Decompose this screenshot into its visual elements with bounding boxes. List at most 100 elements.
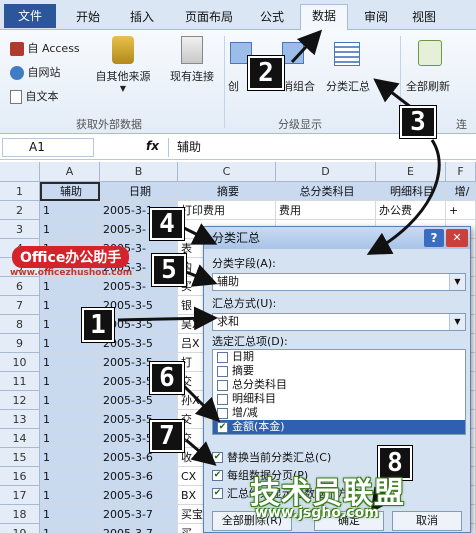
cancel-button[interactable]: 取消	[392, 511, 462, 531]
tab-file[interactable]: 文件	[4, 4, 56, 28]
step-marker-6: 6	[150, 362, 184, 394]
dialog-title-bar: 分类汇总 ? ✕	[204, 227, 470, 249]
column-header[interactable]: F	[446, 162, 476, 182]
tab-review[interactable]: 审阅	[356, 6, 396, 28]
refresh-all-button[interactable]: 全部刷新	[406, 78, 450, 94]
table-cell[interactable]: 增/	[446, 182, 476, 201]
checkbox-icon	[217, 407, 228, 419]
table-cell[interactable]: 2005-3-7	[100, 524, 178, 533]
formula-input[interactable]: 辅助	[168, 138, 472, 157]
table-cell[interactable]: 2005-3-6	[100, 467, 178, 486]
name-box[interactable]: A1	[2, 138, 94, 157]
table-cell[interactable]: 明细科目	[376, 182, 446, 201]
row-header[interactable]: 6	[0, 277, 40, 296]
existing-connections-button[interactable]: 现有连接	[164, 36, 220, 84]
replace-current-option[interactable]: ✔ 替换当前分类汇总(C)	[212, 449, 331, 465]
tab-data[interactable]: 数据	[300, 4, 348, 30]
function-select[interactable]: 求和 ▼	[212, 313, 466, 331]
row-header[interactable]: 7	[0, 296, 40, 315]
column-header[interactable]: E	[376, 162, 446, 182]
office-helper-url: www.officezhushou.com	[10, 268, 133, 278]
table-cell[interactable]: 打印费用	[178, 201, 276, 220]
row-header[interactable]: 3	[0, 220, 40, 239]
row-header[interactable]: 13	[0, 410, 40, 429]
table-cell[interactable]: 1	[40, 448, 100, 467]
summary-item[interactable]: 日期	[213, 350, 465, 364]
table-cell[interactable]: 1	[40, 353, 100, 372]
row-header[interactable]: 17	[0, 486, 40, 505]
fx-icon[interactable]: fx	[146, 139, 159, 153]
summary-item[interactable]: 明细科目	[213, 392, 465, 406]
table-cell[interactable]: 摘要	[178, 182, 276, 201]
row-header[interactable]: 8	[0, 315, 40, 334]
help-button[interactable]: ?	[424, 229, 444, 247]
row-header[interactable]: 1	[0, 182, 40, 201]
table-cell[interactable]: 费用	[276, 201, 376, 220]
row-header[interactable]: 19	[0, 524, 40, 533]
summary-item[interactable]: ✔ 金额(本金)	[213, 420, 465, 434]
row-header[interactable]: 18	[0, 505, 40, 524]
summary-item-label: 金额(本金)	[232, 420, 285, 433]
summary-item-label: 摘要	[232, 364, 254, 377]
table-cell[interactable]: 日期	[100, 182, 178, 201]
create-group-button[interactable]: 创	[228, 78, 239, 94]
table-cell[interactable]: 2005-3-6	[100, 486, 178, 505]
table-cell[interactable]: 1	[40, 372, 100, 391]
ungroup-icon	[282, 42, 304, 64]
table-cell[interactable]: 1	[40, 410, 100, 429]
tab-insert[interactable]: 插入	[118, 6, 166, 28]
group-by-select[interactable]: 辅助 ▼	[212, 273, 466, 291]
table-cell[interactable]: 1	[40, 391, 100, 410]
checkbox-checked-icon: ✔	[217, 421, 228, 433]
table-cell[interactable]: 1	[40, 486, 100, 505]
close-button[interactable]: ✕	[446, 229, 468, 247]
table-cell[interactable]: 1	[40, 201, 100, 220]
from-text-button[interactable]: 自文本	[10, 88, 59, 104]
summary-item[interactable]: 摘要	[213, 364, 465, 378]
text-file-icon	[10, 90, 22, 104]
table-cell[interactable]: 总分类科目	[276, 182, 376, 201]
tab-view[interactable]: 视图	[404, 6, 444, 28]
table-cell[interactable]: +	[446, 201, 476, 220]
office-helper-logo: Office办公助手	[12, 246, 130, 268]
table-cell[interactable]: 1	[40, 429, 100, 448]
table-cell[interactable]: 1	[40, 467, 100, 486]
subtotal-button[interactable]: 分类汇总	[326, 78, 370, 94]
row-header[interactable]: 12	[0, 391, 40, 410]
chevron-down-icon: ▼	[119, 84, 127, 93]
tab-home[interactable]: 开始	[64, 6, 112, 28]
table-cell[interactable]: 1	[40, 524, 100, 533]
row-header[interactable]: 14	[0, 429, 40, 448]
column-header[interactable]: C	[178, 162, 276, 182]
table-cell[interactable]: 辅助	[40, 182, 100, 201]
tab-page-layout[interactable]: 页面布局	[174, 6, 244, 28]
summary-item[interactable]: 增/减	[213, 406, 465, 420]
from-other-sources-button[interactable]: 自其他来源 ▼	[92, 36, 154, 93]
summary-item-label: 总分类科目	[232, 378, 287, 391]
table-cell[interactable]: 1	[40, 505, 100, 524]
row-header[interactable]: 16	[0, 467, 40, 486]
database-icon	[112, 36, 134, 64]
column-header[interactable]: D	[276, 162, 376, 182]
column-header[interactable]: B	[100, 162, 178, 182]
access-icon	[10, 42, 24, 56]
step-marker-1: 1	[82, 308, 114, 342]
summary-item[interactable]: 总分类科目	[213, 378, 465, 392]
table-cell[interactable]: 2005-3-7	[100, 505, 178, 524]
row-header[interactable]: 15	[0, 448, 40, 467]
ungroup-button[interactable]: 消组合	[282, 78, 315, 94]
tab-formulas[interactable]: 公式	[250, 6, 294, 28]
checkbox-icon	[217, 379, 228, 391]
summary-items-list[interactable]: 日期 摘要 总分类科目 明细科目 增/减 ✔ 金额(本金)	[212, 349, 466, 435]
from-access-button[interactable]: 自 Access	[10, 40, 80, 56]
table-cell[interactable]: 1	[40, 220, 100, 239]
row-header[interactable]: 2	[0, 201, 40, 220]
row-header[interactable]: 11	[0, 372, 40, 391]
from-web-button[interactable]: 自网站	[10, 64, 61, 80]
row-header[interactable]: 10	[0, 353, 40, 372]
table-cell[interactable]: 1	[40, 277, 100, 296]
column-header[interactable]: A	[40, 162, 100, 182]
table-cell[interactable]: 办公费	[376, 201, 446, 220]
select-all-corner[interactable]	[0, 162, 40, 182]
row-header[interactable]: 9	[0, 334, 40, 353]
